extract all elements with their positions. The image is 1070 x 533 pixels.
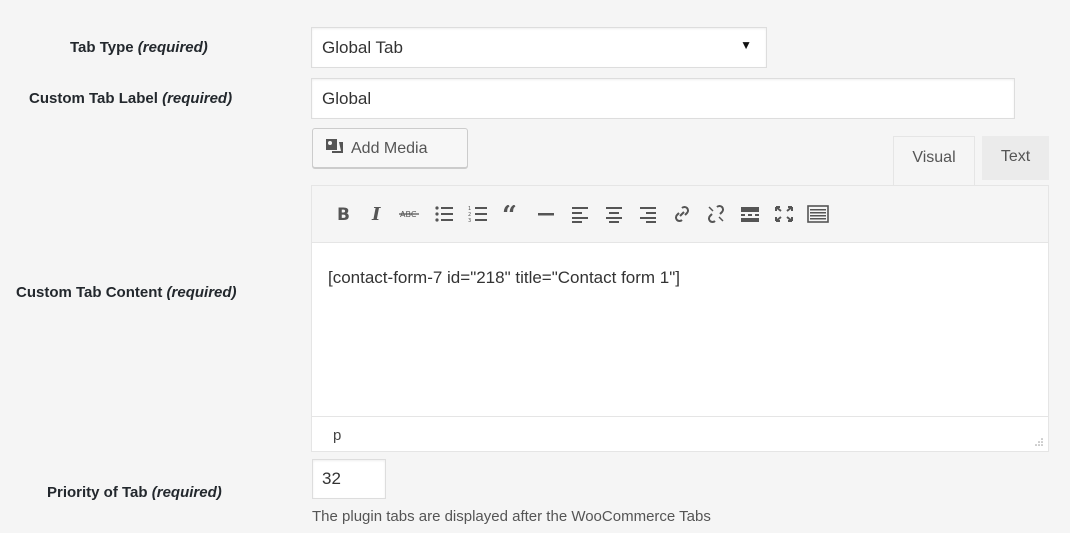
svg-text:3: 3 [468, 218, 471, 223]
unlink-icon[interactable] [700, 198, 732, 230]
editor-toolbar: B I ABC 123 “ [312, 186, 1048, 243]
read-more-icon[interactable] [734, 198, 766, 230]
tab-visual[interactable]: Visual [893, 136, 975, 186]
add-media-button[interactable]: Add Media [312, 128, 468, 168]
dropdown-arrow-icon: ▼ [740, 38, 752, 52]
content-editor[interactable]: B I ABC 123 “ [contact-form-7 id="218" t… [311, 185, 1049, 452]
element-path[interactable]: p [333, 427, 341, 444]
align-left-icon[interactable] [564, 198, 596, 230]
tab-text[interactable]: Text [982, 136, 1049, 180]
tab-type-select[interactable]: Global Tab ▼ [311, 27, 767, 68]
custom-tab-label-input[interactable]: Global [311, 78, 1015, 119]
svg-text:“: “ [502, 205, 517, 223]
add-media-icon [326, 139, 343, 153]
blockquote-icon[interactable]: “ [496, 198, 528, 230]
priority-input[interactable]: 32 [312, 459, 386, 499]
editor-content[interactable]: [contact-form-7 id="218" title="Contact … [328, 268, 680, 288]
horizontal-rule-icon[interactable] [530, 198, 562, 230]
tab-type-value: Global Tab [322, 38, 403, 57]
bullet-list-icon[interactable] [428, 198, 460, 230]
link-icon[interactable] [666, 198, 698, 230]
fullscreen-icon[interactable] [768, 198, 800, 230]
svg-text:I: I [371, 205, 381, 223]
priority-label: Priority of Tab (required) [47, 484, 222, 501]
custom-tab-content-label: Custom Tab Content (required) [16, 284, 237, 301]
bold-icon[interactable]: B [328, 198, 360, 230]
tab-type-label: Tab Type (required) [70, 39, 208, 56]
custom-tab-label-label: Custom Tab Label (required) [29, 90, 233, 107]
align-center-icon[interactable] [598, 198, 630, 230]
add-media-label: Add Media [351, 140, 428, 157]
italic-icon[interactable]: I [362, 198, 394, 230]
toolbar-toggle-icon[interactable] [802, 198, 834, 230]
numbered-list-icon[interactable]: 123 [462, 198, 494, 230]
svg-text:B: B [337, 205, 350, 223]
resize-grip-icon[interactable] [1034, 437, 1044, 447]
align-right-icon[interactable] [632, 198, 664, 230]
priority-description: The plugin tabs are displayed after the … [312, 508, 711, 525]
editor-statusbar: p [312, 416, 1048, 451]
strikethrough-icon[interactable]: ABC [394, 198, 426, 230]
